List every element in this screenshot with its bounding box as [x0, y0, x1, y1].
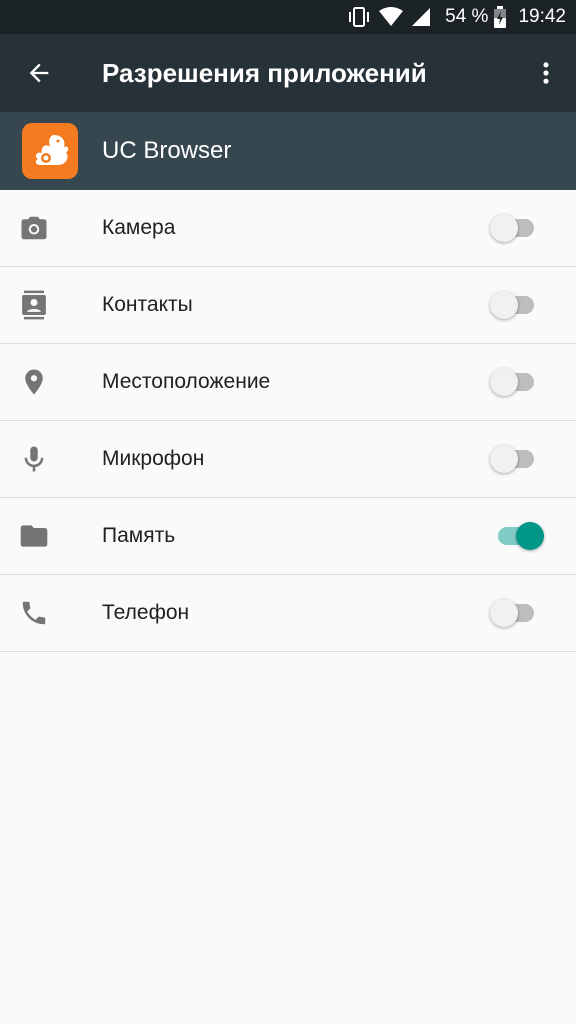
permission-row-storage[interactable]: Память — [0, 498, 576, 575]
permission-toggle-camera[interactable] — [490, 208, 550, 248]
app-bar: Разрешения приложений — [0, 34, 576, 112]
status-bar: 54 % 19:42 — [0, 0, 576, 34]
battery-percent: 54 % — [445, 6, 489, 27]
permission-toggle-contacts[interactable] — [490, 285, 550, 325]
app-name: UC Browser — [102, 137, 232, 164]
microphone-icon — [0, 421, 68, 498]
back-button[interactable] — [0, 34, 78, 112]
permission-label: Камера — [102, 216, 176, 239]
permission-label: Контакты — [102, 293, 193, 316]
arrow-back-icon — [29, 63, 49, 83]
permission-toggle-phone[interactable] — [490, 593, 550, 633]
page-title: Разрешения приложений — [102, 57, 427, 88]
folder-icon — [0, 498, 68, 575]
permission-toggle-location[interactable] — [490, 362, 550, 402]
wifi-icon — [379, 7, 404, 27]
uc-browser-logo-icon — [22, 123, 78, 179]
permission-label: Местоположение — [102, 370, 271, 393]
permission-label: Память — [102, 524, 176, 547]
contacts-icon — [0, 267, 68, 344]
app-header: UC Browser — [0, 112, 576, 190]
permission-label: Микрофон — [102, 447, 205, 470]
vibrate-icon — [347, 6, 371, 28]
more-vert-icon — [543, 62, 549, 84]
permission-toggle-storage[interactable] — [490, 516, 550, 556]
camera-icon — [0, 190, 68, 267]
permission-row-phone[interactable]: Телефон — [0, 575, 576, 652]
signal-icon — [411, 7, 431, 27]
permission-toggle-microphone[interactable] — [490, 439, 550, 479]
permission-row-location[interactable]: Местоположение — [0, 344, 576, 421]
permission-row-microphone[interactable]: Микрофон — [0, 421, 576, 498]
location-icon — [0, 344, 68, 421]
permission-row-contacts[interactable]: Контакты — [0, 267, 576, 344]
phone-icon — [0, 575, 68, 652]
clock: 19:42 — [518, 6, 566, 27]
overflow-menu-button[interactable] — [516, 34, 576, 112]
battery-charging-icon — [494, 6, 507, 28]
permission-list: Камера Контакты Местоположение Микрофон … — [0, 190, 576, 652]
permission-label: Телефон — [102, 601, 190, 624]
permission-row-camera[interactable]: Камера — [0, 190, 576, 267]
